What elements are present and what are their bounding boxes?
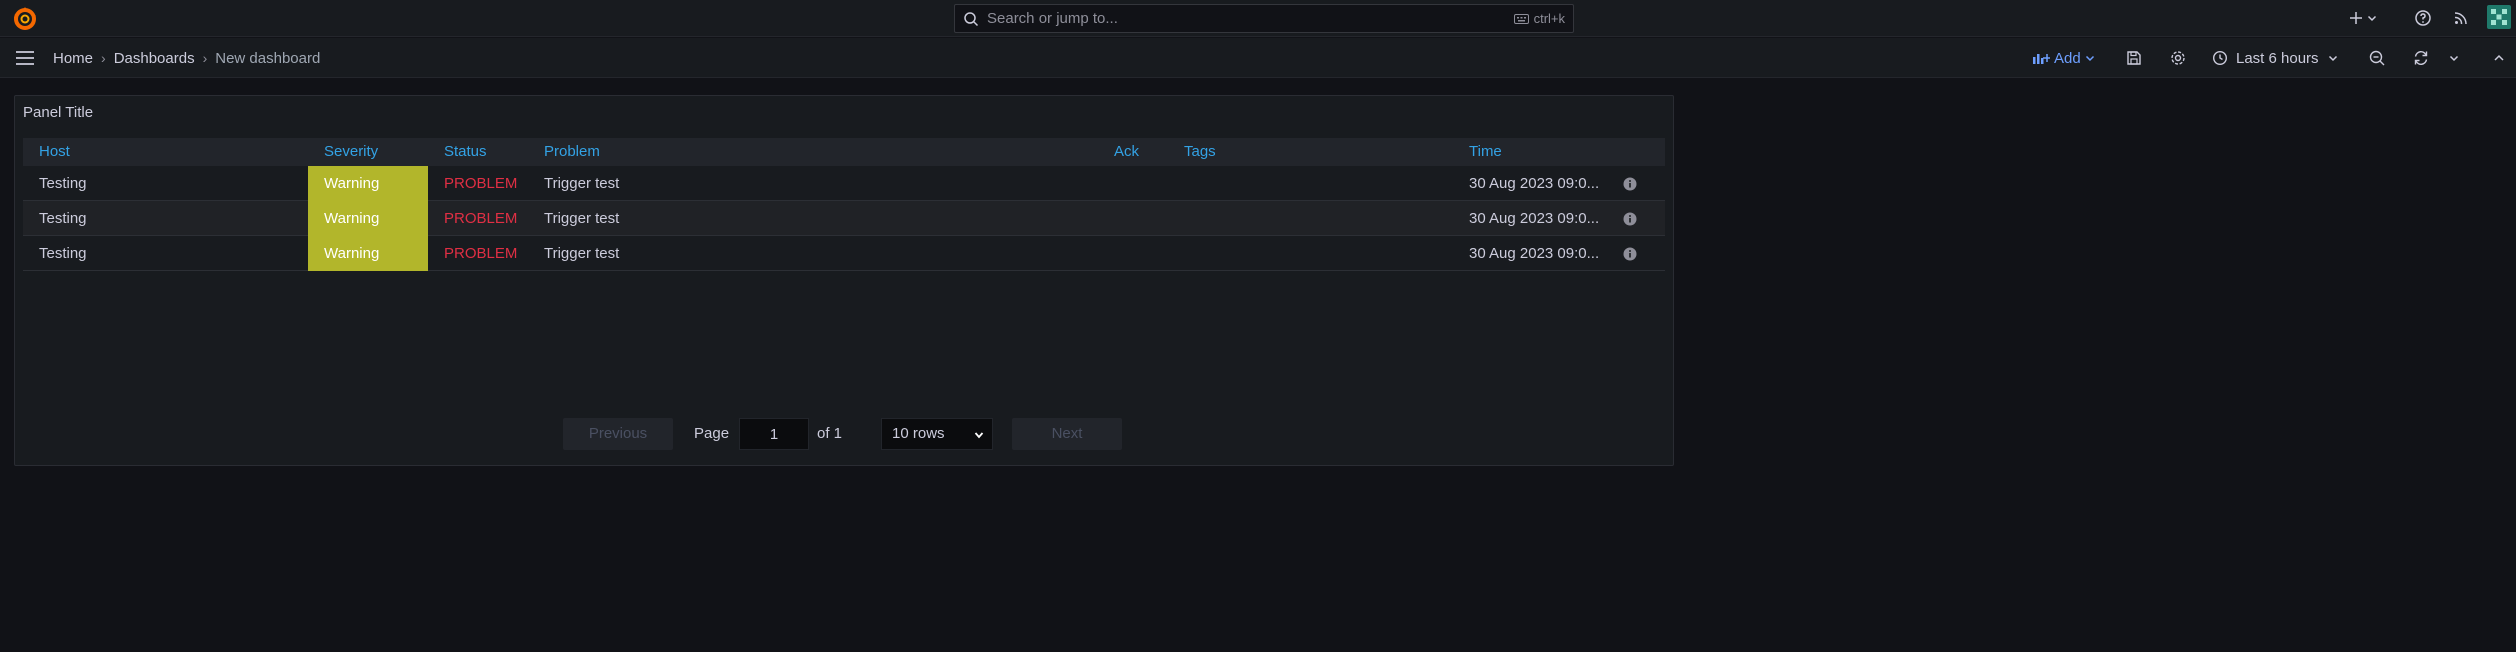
cell-status: PROBLEM	[444, 175, 518, 192]
problems-panel: Panel Title Host Severity Status Problem…	[14, 95, 1674, 466]
cell-ack	[1114, 201, 1174, 236]
column-header-tags[interactable]: Tags	[1184, 138, 1216, 166]
cell-host: Testing	[39, 210, 87, 227]
column-header-problem[interactable]: Problem	[544, 138, 600, 166]
avatar-icon	[2487, 5, 2511, 29]
cell-host: Testing	[39, 175, 87, 192]
save-dashboard-button[interactable]	[2125, 38, 2143, 78]
table-row[interactable]: Testing Warning PROBLEM Trigger test 30 …	[23, 166, 1665, 201]
table-row[interactable]: Testing Warning PROBLEM Trigger test 30 …	[23, 201, 1665, 236]
rows-per-page-value: 10 rows	[892, 425, 945, 442]
column-header-status[interactable]: Status	[444, 138, 487, 166]
refresh-button[interactable]	[2412, 38, 2430, 78]
page-number-input[interactable]	[739, 418, 809, 450]
chevron-down-icon	[2449, 55, 2459, 62]
chevron-down-icon	[2085, 55, 2094, 62]
search-icon	[964, 11, 979, 26]
search-shortcut: ctrl+k	[1513, 11, 1565, 26]
cell-ack	[1114, 236, 1174, 271]
cell-severity: Warning	[308, 236, 428, 271]
column-header-time[interactable]: Time	[1469, 138, 1502, 166]
hamburger-menu-icon	[16, 51, 34, 65]
pagination: Previous Page of 1 10 rows Next	[15, 418, 1673, 450]
collapse-toolbar-button[interactable]	[2492, 38, 2506, 78]
previous-page-button[interactable]: Previous	[563, 418, 673, 450]
top-bar: Search or jump to... ctrl+k	[0, 0, 2516, 37]
help-button[interactable]	[2413, 6, 2433, 30]
grafana-logo-icon[interactable]	[12, 6, 38, 32]
search-bar[interactable]: Search or jump to... ctrl+k	[954, 4, 1574, 33]
cell-time: 30 Aug 2023 09:0...	[1469, 210, 1600, 227]
info-icon[interactable]	[1623, 247, 1637, 261]
column-header-severity[interactable]: Severity	[324, 138, 378, 166]
help-icon	[2415, 10, 2431, 26]
rows-per-page-select[interactable]: 10 rows	[881, 418, 993, 450]
shortcut-label: ctrl+k	[1533, 11, 1565, 26]
cell-status: PROBLEM	[444, 245, 518, 262]
add-button-label: Add	[2054, 49, 2081, 67]
cell-tags	[1184, 236, 1454, 271]
cell-time: 30 Aug 2023 09:0...	[1469, 175, 1600, 192]
chevron-up-icon	[2494, 54, 2504, 61]
info-icon[interactable]	[1623, 177, 1637, 191]
dashboard-nav-bar: Home › Dashboards › New dashboard Add La…	[0, 38, 2516, 78]
save-icon	[2127, 51, 2141, 65]
info-icon[interactable]	[1623, 212, 1637, 226]
breadcrumb-current: New dashboard	[215, 49, 321, 67]
breadcrumb-dashboards[interactable]: Dashboards	[114, 50, 195, 67]
page-label: Page	[694, 425, 730, 442]
breadcrumb: Home › Dashboards › New dashboard	[53, 38, 320, 78]
cell-host: Testing	[39, 245, 87, 262]
cell-tags	[1184, 166, 1454, 201]
cell-status: PROBLEM	[444, 210, 518, 227]
news-button[interactable]	[2451, 6, 2471, 30]
rss-icon	[2454, 12, 2467, 25]
zoom-out-button[interactable]	[2368, 38, 2386, 78]
time-range-label: Last 6 hours	[2236, 49, 2319, 67]
table-row[interactable]: Testing Warning PROBLEM Trigger test 30 …	[23, 236, 1665, 271]
table-header: Host Severity Status Problem Ack Tags Ti…	[23, 138, 1665, 166]
breadcrumb-home[interactable]: Home	[53, 50, 93, 67]
cell-severity: Warning	[308, 201, 428, 236]
chevron-down-icon	[974, 432, 984, 439]
cell-time: 30 Aug 2023 09:0...	[1469, 245, 1600, 262]
keyboard-icon	[1513, 13, 1529, 24]
gear-icon	[2171, 51, 2185, 65]
panel-title[interactable]: Panel Title	[23, 104, 93, 121]
add-panel-icon	[2033, 54, 2050, 64]
column-header-host[interactable]: Host	[39, 138, 70, 166]
search-placeholder: Search or jump to...	[987, 10, 1118, 27]
time-range-picker[interactable]: Last 6 hours	[2212, 47, 2339, 69]
plus-icon	[2350, 12, 2362, 24]
breadcrumb-separator: ›	[202, 50, 208, 66]
cell-problem: Trigger test	[544, 245, 620, 262]
problems-table: Host Severity Status Problem Ack Tags Ti…	[23, 138, 1665, 271]
next-page-button[interactable]: Next	[1012, 418, 1122, 450]
cell-tags	[1184, 201, 1454, 236]
refresh-interval-dropdown[interactable]	[2448, 38, 2460, 78]
zoom-out-icon	[2369, 50, 2385, 66]
breadcrumb-separator: ›	[101, 50, 106, 66]
page-count-label: of 1	[817, 425, 843, 442]
chevron-down-icon	[2328, 55, 2337, 62]
cell-ack	[1114, 166, 1174, 201]
dashboard-settings-button[interactable]	[2169, 38, 2187, 78]
chevron-down-icon	[2367, 15, 2377, 22]
cell-problem: Trigger test	[544, 210, 620, 227]
menu-toggle-button[interactable]	[14, 47, 36, 69]
refresh-icon	[2414, 51, 2428, 65]
cell-severity: Warning	[308, 166, 428, 201]
add-button[interactable]: Add	[2032, 47, 2100, 69]
clock-icon	[2212, 50, 2228, 66]
user-avatar[interactable]	[2487, 5, 2511, 29]
column-header-ack[interactable]: Ack	[1114, 138, 1139, 166]
cell-problem: Trigger test	[544, 175, 620, 192]
new-menu-button[interactable]	[2348, 6, 2378, 30]
